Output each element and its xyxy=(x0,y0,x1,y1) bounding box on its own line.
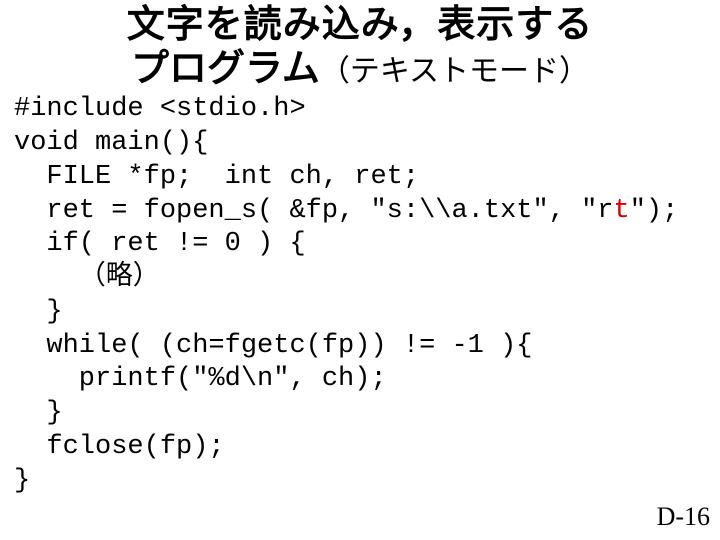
code-line-5: if( ret != 0 ) { xyxy=(14,229,306,259)
code-line-7: } xyxy=(14,297,63,327)
slide: 文字を読み込み，表示する プログラム（テキストモード） #include <st… xyxy=(0,0,720,540)
page-number: D-16 xyxy=(657,502,710,532)
slide-title: 文字を読み込み，表示する プログラム（テキストモード） xyxy=(0,0,720,91)
code-highlight-t: t xyxy=(614,196,630,226)
code-line-4c: "); xyxy=(630,196,679,226)
title-main: プログラム xyxy=(131,48,320,90)
code-line-4a: ret = fopen_s( &fp, "s:\\a.txt", "r xyxy=(14,196,614,226)
code-block: #include <stdio.h> void main(){ FILE *fp… xyxy=(0,91,720,498)
code-line-1: #include <stdio.h> xyxy=(14,94,306,124)
title-subtitle: （テキストモード） xyxy=(320,55,589,88)
code-line-8: while( (ch=fgetc(fp)) != -1 ){ xyxy=(14,331,532,361)
code-line-9: printf("%d\n", ch); xyxy=(14,364,387,394)
code-line-2: void main(){ xyxy=(14,128,208,158)
title-line-2: プログラム（テキストモード） xyxy=(0,48,720,92)
code-line-3: FILE *fp; int ch, ret; xyxy=(14,162,419,192)
code-line-6: （略） xyxy=(14,263,160,293)
code-line-10: } xyxy=(14,398,63,428)
code-line-12: } xyxy=(14,466,30,496)
title-line-1: 文字を読み込み，表示する xyxy=(0,4,720,48)
code-line-11: fclose(fp); xyxy=(14,432,225,462)
